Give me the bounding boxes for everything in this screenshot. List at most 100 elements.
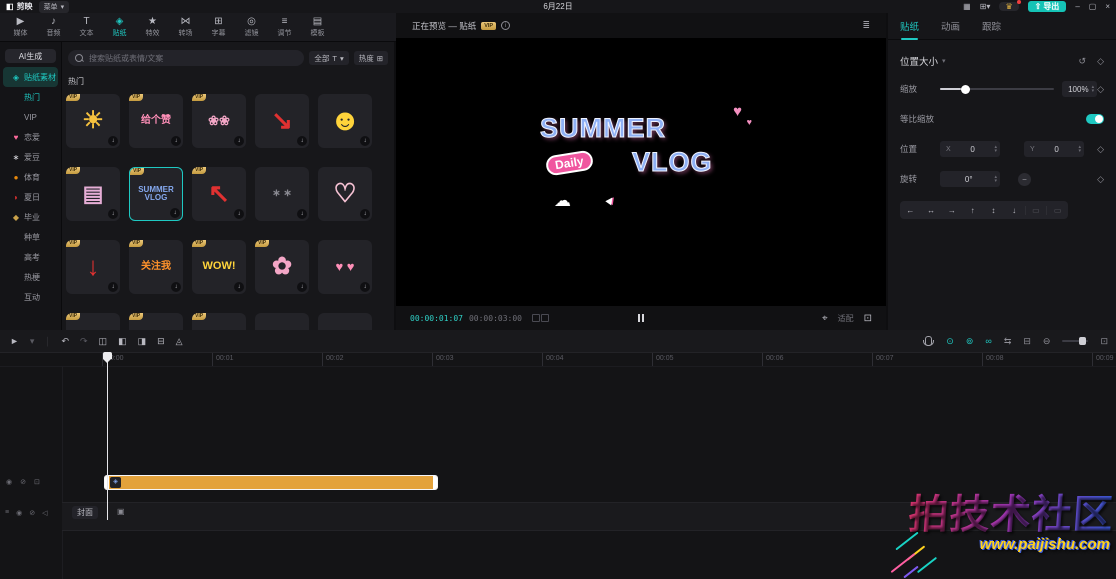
sticker-tile[interactable]: ♡ VIP ↓ <box>318 167 372 221</box>
track-control-icon[interactable]: ⊘ <box>20 478 26 486</box>
inspector-tab[interactable]: 贴纸 <box>900 19 919 33</box>
download-icon[interactable]: ↓ <box>297 136 307 146</box>
sticker-clip[interactable]: ◈ <box>104 475 438 490</box>
sticker-tile[interactable]: ▆ VIP ↓ <box>66 313 120 330</box>
align-button[interactable]: ↔ <box>921 206 942 215</box>
record-voiceover-icon[interactable] <box>925 336 932 346</box>
transform-section-header[interactable]: 位置大小 ▾ ↺ ◇ <box>900 54 1104 68</box>
menu-button[interactable]: 菜单 ▾ <box>39 1 70 13</box>
sidebar-category-item[interactable]: ● 体育 <box>3 167 58 187</box>
download-icon[interactable]: ↓ <box>360 209 370 219</box>
sort-hot-button[interactable]: 热度 ⊞ <box>354 51 388 65</box>
sticker-tile[interactable]: WOW! VIP ↓ <box>192 240 246 294</box>
shortcut-keyboard-icon[interactable]: ▦ <box>963 2 971 11</box>
pause-button[interactable] <box>638 314 644 322</box>
info-icon[interactable]: i <box>501 21 510 30</box>
sticker-tile[interactable]: ☀ VIP ↓ <box>129 313 183 330</box>
stepper-arrows[interactable]: ▴▾ <box>1092 85 1095 93</box>
ribbon-item[interactable]: ⋈ 转场 <box>169 13 202 41</box>
timeline-tool-icon[interactable]: ► <box>10 336 19 346</box>
timeline-toggle-icon[interactable]: ⊙ <box>946 336 954 347</box>
scale-slider[interactable] <box>940 88 1054 90</box>
sticker-tile[interactable]: ↖ VIP ↓ <box>192 167 246 221</box>
ribbon-item[interactable]: ≡ 调节 <box>268 13 301 41</box>
sticker-tile[interactable]: VIP ↓ <box>318 313 372 330</box>
mirror-focus-icon[interactable]: ⌖ <box>822 313 828 324</box>
sticker-tile[interactable]: ∗ ∗ VIP ↓ <box>255 167 309 221</box>
position-y-stepper[interactable]: Y 0 ▴▾ <box>1024 141 1084 157</box>
video-canvas[interactable]: SUMMER ♥ ♥ VLOG Daily ☁ ► <box>396 38 886 306</box>
timeline-zoom-slider[interactable] <box>1062 340 1088 342</box>
sticker-tile[interactable]: ♥ ♥ VIP ↓ <box>318 240 372 294</box>
sticker-tile[interactable]: 推 VIP ↓ <box>192 313 246 330</box>
export-button[interactable]: ⇧ 导出 <box>1028 1 1067 12</box>
download-icon[interactable]: ↓ <box>297 282 307 292</box>
download-icon[interactable]: ↓ <box>171 136 181 146</box>
keyframe-icon[interactable]: ◇ <box>1097 174 1104 185</box>
sticker-tile[interactable]: ☀ VIP ↓ <box>66 94 120 148</box>
sticker-tile[interactable]: 给个赞 VIP ↓ <box>129 94 183 148</box>
sticker-tile[interactable]: 关注我 VIP ↓ <box>129 240 183 294</box>
keyframe-icon[interactable]: ◇ <box>1097 56 1104 67</box>
ribbon-item[interactable]: T 文本 <box>70 13 103 41</box>
cover-button[interactable]: 封面 <box>72 506 98 519</box>
scale-value-stepper[interactable]: 100% ▴▾ <box>1062 81 1097 97</box>
frame-preview-icon[interactable] <box>532 314 549 322</box>
align-button[interactable]: ↓ <box>1004 206 1025 215</box>
timeline-tool-icon[interactable]: ▾ <box>30 336 35 347</box>
timeline-tool-icon[interactable]: ↶ <box>61 336 69 347</box>
minimize-button[interactable]: – <box>1075 2 1079 11</box>
download-icon[interactable]: ↓ <box>170 208 180 218</box>
summer-vlog-sticker[interactable]: SUMMER ♥ ♥ VLOG Daily ☁ ► <box>536 105 746 229</box>
track-control-icon[interactable]: ◉ <box>6 478 12 486</box>
sidebar-category-item[interactable]: 高考 <box>3 247 58 267</box>
track-control-icon[interactable]: ◁ <box>42 509 47 517</box>
sidebar-category-item[interactable]: ◗ 夏日 <box>3 187 58 207</box>
layout-switch-button[interactable]: ⊞▾ <box>980 2 991 11</box>
playhead-handle[interactable] <box>103 352 112 359</box>
sticker-tile[interactable]: ↘ VIP ↓ <box>255 94 309 148</box>
sidebar-category-item[interactable]: 热门 <box>3 87 58 107</box>
search-input[interactable] <box>87 53 297 64</box>
sidebar-category-item[interactable]: 种草 <box>3 227 58 247</box>
ribbon-item[interactable]: ▤ 模板 <box>301 13 334 41</box>
inspector-tab[interactable]: 跟踪 <box>982 19 1001 33</box>
filter-all-button[interactable]: 全部 T ▾ <box>309 51 348 65</box>
inspector-tab[interactable]: 动画 <box>941 19 960 33</box>
reset-icon[interactable]: ↺ <box>1079 56 1087 67</box>
track-control-icon[interactable]: ◉ <box>16 509 22 517</box>
ribbon-item[interactable]: ★ 特效 <box>136 13 169 41</box>
download-icon[interactable]: ↓ <box>360 282 370 292</box>
sidebar-category-item[interactable]: ∗ 爱豆 <box>3 147 58 167</box>
timeline-tool-icon[interactable]: ⊟ <box>157 336 165 347</box>
ribbon-item[interactable]: ◈ 贴纸 <box>103 13 136 41</box>
sidebar-category-item[interactable]: ◆ 毕业 <box>3 207 58 227</box>
timeline-tool-icon[interactable]: ◫ <box>99 336 108 347</box>
sidebar-category-item[interactable]: 互动 <box>3 287 58 307</box>
track-control-icon[interactable]: ⊘ <box>29 509 35 517</box>
download-icon[interactable]: ↓ <box>234 209 244 219</box>
align-button[interactable]: ← <box>900 206 921 215</box>
preview-menu-icon[interactable]: ≣ <box>862 20 870 31</box>
sticker-tile[interactable]: ▤ VIP ↓ <box>66 167 120 221</box>
maximize-button[interactable]: ▢ <box>1089 2 1097 11</box>
align-button[interactable]: ▭ <box>1025 206 1047 215</box>
video-clip-placeholder-icon[interactable]: ▣ <box>117 507 125 516</box>
ribbon-item[interactable]: ⊞ 字幕 <box>202 13 235 41</box>
rotation-dial[interactable]: − <box>1018 173 1031 186</box>
rotation-stepper[interactable]: 0° ▴▾ <box>940 171 1000 187</box>
sidebar-category-item[interactable]: 热梗 <box>3 267 58 287</box>
align-button[interactable]: → <box>942 206 963 215</box>
keyframe-icon[interactable]: ◇ <box>1097 84 1104 95</box>
download-icon[interactable]: ↓ <box>360 136 370 146</box>
download-icon[interactable]: ↓ <box>234 282 244 292</box>
timeline-tool-icon[interactable]: ◧ <box>118 336 127 347</box>
sticker-tile[interactable]: SUMMER VLOG VIP ↓ <box>129 167 183 221</box>
timeline-ruler[interactable]: 00:0000:0100:0200:0300:0400:0500:0600:07… <box>0 353 1116 367</box>
ai-generate-button[interactable]: AI生成 <box>5 49 56 63</box>
sticker-tile[interactable]: ∗ VIP ↓ <box>255 313 309 330</box>
sidebar-category-item[interactable]: VIP <box>3 107 58 127</box>
close-button[interactable]: × <box>1105 2 1110 11</box>
align-button[interactable]: ↕ <box>983 206 1004 215</box>
timeline-tool-icon[interactable]: ◬ <box>176 336 183 347</box>
